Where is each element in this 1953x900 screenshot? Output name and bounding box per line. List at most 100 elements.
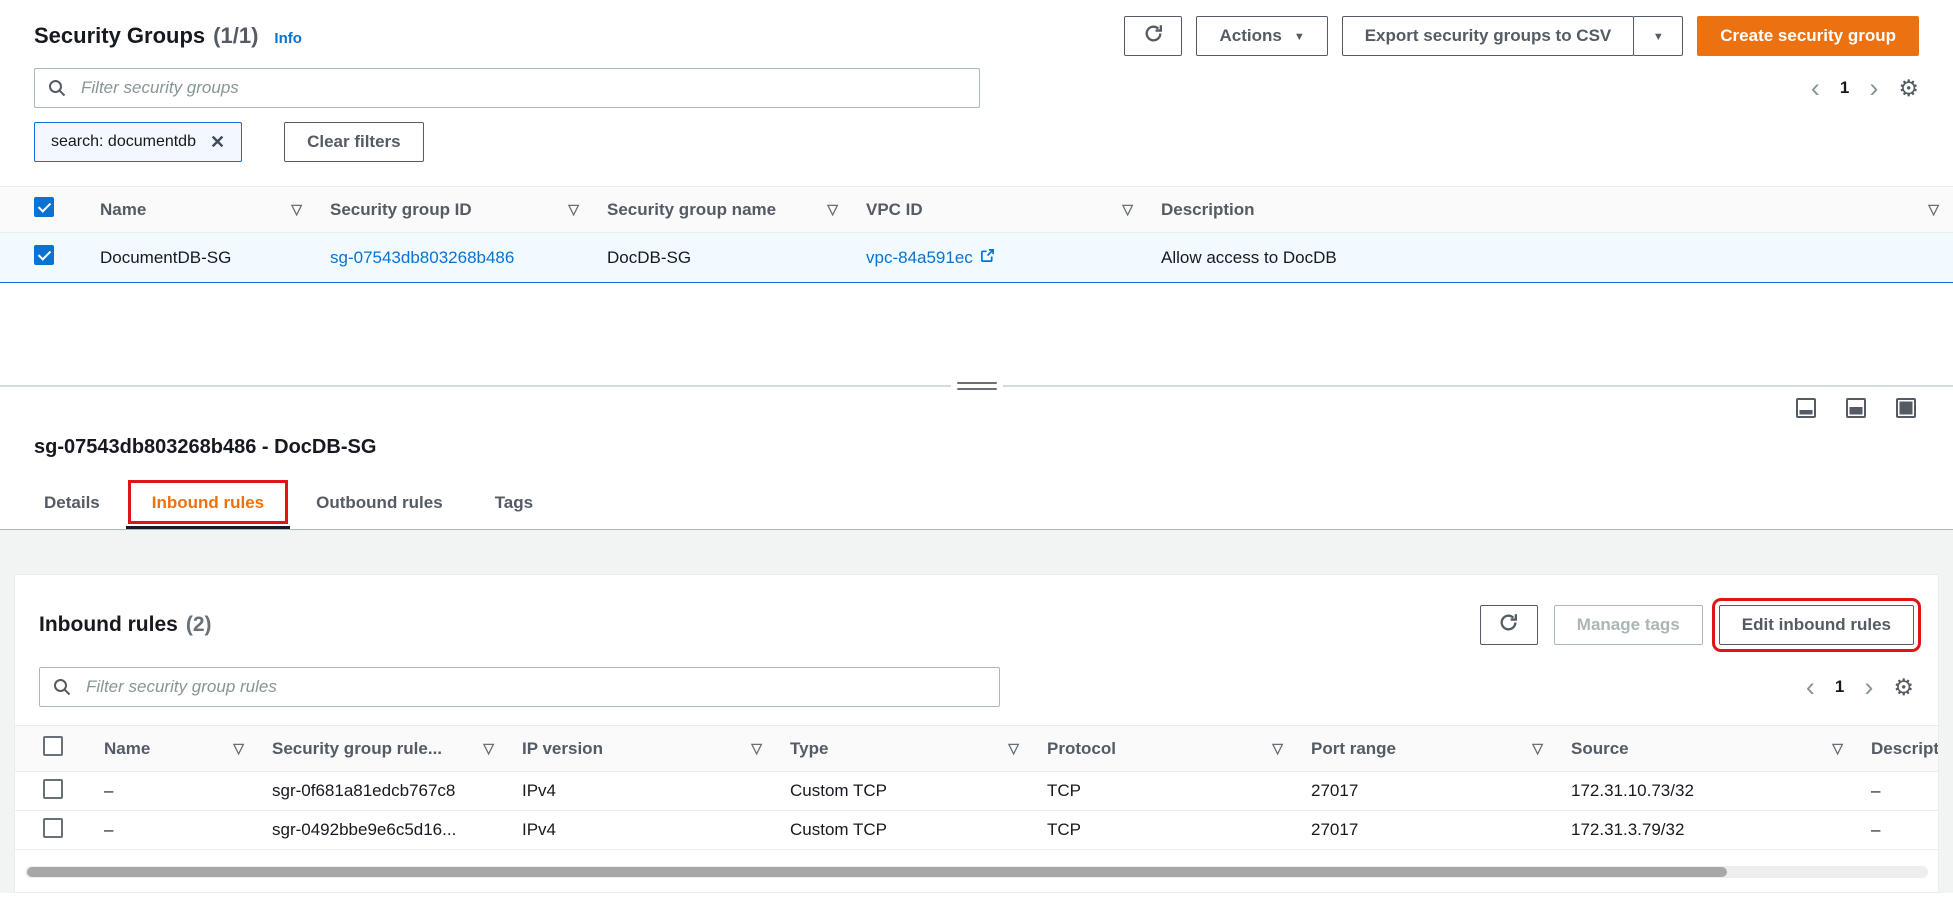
active-filters-row: search: documentdb ✕ Clear filters (0, 122, 1953, 162)
actions-button[interactable]: Actions ▼ (1196, 16, 1327, 56)
filter-security-groups-input[interactable] (34, 68, 980, 108)
previous-page-button[interactable]: ‹ (1806, 674, 1815, 701)
search-icon (53, 678, 71, 696)
layout-bottom-panel-icon[interactable] (1795, 397, 1817, 424)
security-group-detail-pane: sg-07543db803268b486 - DocDB-SG Details … (0, 436, 1953, 893)
tab-inbound-rules[interactable]: Inbound rules (126, 477, 290, 529)
export-csv-button[interactable]: Export security groups to CSV (1342, 16, 1635, 56)
row-checkbox[interactable] (43, 779, 63, 799)
manage-tags-button[interactable]: Manage tags (1554, 605, 1703, 645)
column-header-description: Description (1161, 200, 1255, 220)
select-all-checkbox[interactable] (43, 736, 63, 756)
refresh-button[interactable] (1124, 16, 1182, 56)
tab-inbound-rules-label: Inbound rules (152, 493, 264, 513)
sort-icon[interactable]: ▽ (1928, 201, 1939, 218)
page-title: Security Groups (1/1) Info (34, 23, 302, 49)
clear-filters-button[interactable]: Clear filters (284, 122, 424, 162)
cell-name: – (90, 772, 258, 811)
row-checkbox[interactable] (34, 245, 54, 265)
layout-half-panel-icon[interactable] (1845, 397, 1867, 424)
clear-filters-label: Clear filters (307, 132, 401, 152)
scrollbar-thumb[interactable] (27, 867, 1727, 877)
cell-description: Allow access to DocDB (1147, 233, 1953, 283)
cell-description: – (1857, 811, 1938, 850)
tab-details[interactable]: Details (18, 477, 126, 529)
sort-icon[interactable]: ▽ (233, 740, 244, 757)
cell-protocol: TCP (1033, 772, 1297, 811)
previous-page-button[interactable]: ‹ (1811, 75, 1820, 102)
split-panel-drag-handle[interactable] (951, 377, 1003, 395)
sort-icon[interactable]: ▽ (291, 201, 302, 218)
next-page-button[interactable]: › (1864, 674, 1873, 701)
create-security-group-button[interactable]: Create security group (1697, 16, 1919, 56)
header-actions: Actions ▼ Export security groups to CSV … (1124, 16, 1919, 56)
layout-full-panel-icon[interactable] (1895, 397, 1917, 424)
edit-inbound-rules-label: Edit inbound rules (1742, 615, 1891, 635)
inbound-rules-count: (2) (186, 613, 212, 637)
column-header-rule-id: Security group rule... (272, 739, 442, 759)
cell-name: DocumentDB-SG (86, 233, 316, 283)
sort-icon[interactable]: ▽ (1832, 740, 1843, 757)
filter-row: ‹ 1 › ⚙ (0, 68, 1953, 108)
export-csv-caret-button[interactable]: ▼ (1633, 16, 1683, 56)
filter-chip: search: documentdb ✕ (34, 122, 242, 162)
inbound-rules-header: Inbound rules (2) Manage tags Edit inbou… (15, 575, 1938, 663)
tab-content-area: Inbound rules (2) Manage tags Edit inbou… (0, 530, 1953, 893)
export-csv-label: Export security groups to CSV (1365, 26, 1612, 46)
sort-icon[interactable]: ▽ (751, 740, 762, 757)
result-count: (1/1) (213, 23, 258, 49)
remove-filter-icon[interactable]: ✕ (210, 132, 225, 153)
detail-tabs: Details Inbound rules Outbound rules Tag… (0, 477, 1953, 530)
inbound-rules-title-text: Inbound rules (39, 613, 178, 637)
sort-icon[interactable]: ▽ (483, 740, 494, 757)
rules-header-row: Name▽ Security group rule...▽ IP version… (15, 726, 1938, 772)
cell-rule-id: sgr-0492bbe9e6c5d16... (258, 811, 508, 850)
sort-icon[interactable]: ▽ (1008, 740, 1019, 757)
split-panel-divider (0, 385, 1953, 387)
cell-ip-version: IPv4 (508, 811, 776, 850)
vpc-id-link[interactable]: vpc-84a591ec (866, 248, 973, 268)
column-header-type: Type (790, 739, 828, 759)
column-header-port-range: Port range (1311, 739, 1396, 759)
cell-description: – (1857, 772, 1938, 811)
tab-outbound-rules[interactable]: Outbound rules (290, 477, 469, 529)
cell-port-range: 27017 (1297, 772, 1557, 811)
filter-rules-input[interactable] (39, 667, 1000, 707)
sort-icon[interactable]: ▽ (827, 201, 838, 218)
security-group-id-link[interactable]: sg-07543db803268b486 (330, 248, 514, 267)
column-header-protocol: Protocol (1047, 739, 1116, 759)
select-all-checkbox[interactable] (34, 197, 54, 217)
inbound-rule-row[interactable]: – sgr-0f681a81edcb767c8 IPv4 Custom TCP … (15, 772, 1938, 811)
next-page-button[interactable]: › (1869, 75, 1878, 102)
empty-space (0, 283, 1953, 385)
preferences-gear-icon[interactable]: ⚙ (1893, 676, 1914, 699)
cell-protocol: TCP (1033, 811, 1297, 850)
horizontal-scrollbar (25, 866, 1928, 878)
security-group-row[interactable]: DocumentDB-SG sg-07543db803268b486 DocDB… (0, 233, 1953, 283)
sort-icon[interactable]: ▽ (1272, 740, 1283, 757)
page-header: Security Groups (1/1) Info Actions ▼ Exp… (0, 14, 1953, 58)
cell-ip-version: IPv4 (508, 772, 776, 811)
info-link[interactable]: Info (274, 30, 302, 47)
caret-down-icon: ▼ (1653, 32, 1664, 43)
page-title-text: Security Groups (34, 23, 205, 49)
column-header-sg-id: Security group ID (330, 200, 472, 220)
cell-type: Custom TCP (776, 811, 1033, 850)
sort-icon[interactable]: ▽ (568, 201, 579, 218)
current-page: 1 (1840, 78, 1849, 98)
edit-inbound-rules-button[interactable]: Edit inbound rules (1719, 605, 1914, 645)
sort-icon[interactable]: ▽ (1122, 201, 1133, 218)
inbound-rule-row[interactable]: – sgr-0492bbe9e6c5d16... IPv4 Custom TCP… (15, 811, 1938, 850)
security-groups-table: Name▽ Security group ID▽ Security group … (0, 186, 1953, 283)
detail-pane-title: sg-07543db803268b486 - DocDB-SG (0, 436, 1953, 459)
row-checkbox[interactable] (43, 818, 63, 838)
filter-chip-label: search: documentdb (51, 133, 196, 151)
cell-sg-name: DocDB-SG (593, 233, 852, 283)
tab-tags[interactable]: Tags (469, 477, 559, 529)
preferences-gear-icon[interactable]: ⚙ (1898, 77, 1919, 100)
manage-tags-label: Manage tags (1577, 615, 1680, 635)
cell-type: Custom TCP (776, 772, 1033, 811)
sort-icon[interactable]: ▽ (1532, 740, 1543, 757)
external-link-icon (980, 248, 995, 268)
refresh-button[interactable] (1480, 605, 1538, 645)
